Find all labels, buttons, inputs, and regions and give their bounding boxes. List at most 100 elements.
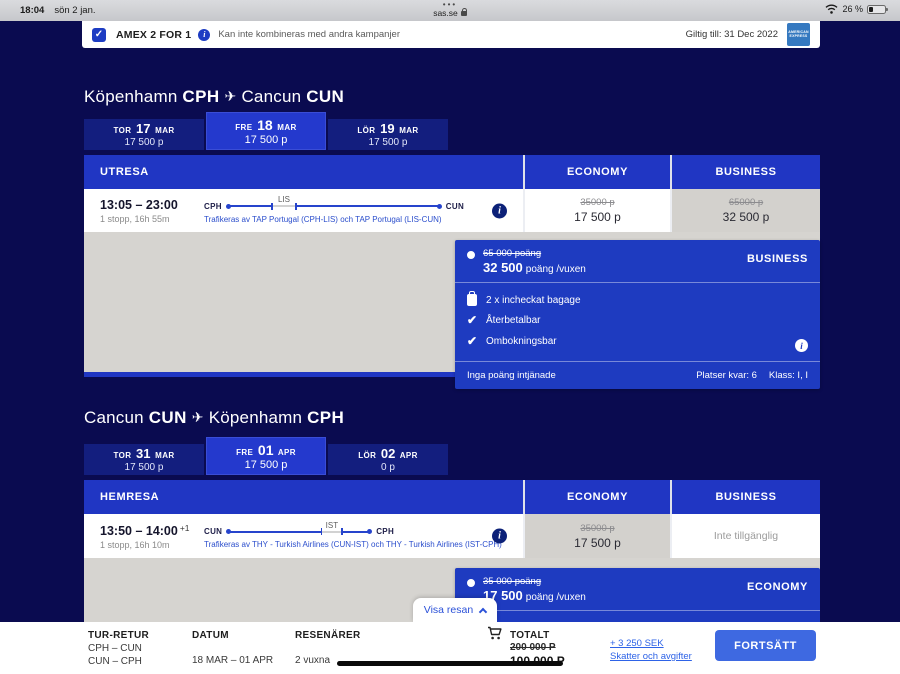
feature-baggage: 2 x incheckat bagage bbox=[467, 294, 808, 306]
inbound-date-tabs: TOR 31 MAR 17 500 p FRE 01 APR 17 500 p … bbox=[84, 437, 450, 475]
flight-times: 13:05 – 23:00 bbox=[100, 198, 204, 212]
earn-note: Inga poäng intjänade bbox=[467, 370, 556, 381]
outbound-tab-fri-selected[interactable]: FRE 18 MAR 17 500 p bbox=[206, 112, 326, 150]
inbound-from-city: Cancun bbox=[84, 408, 144, 427]
operated-by: Trafikeras av TAP Portugal (CPH-LIS) och… bbox=[204, 215, 464, 224]
taxes-amount-link[interactable]: + 3 250 SEK bbox=[610, 638, 664, 649]
outbound-from-code: CPH bbox=[182, 87, 219, 106]
screen: 18:04sön 2 jan. ••• sas.se 26 % ✓ AMEX 2… bbox=[0, 0, 900, 674]
promo-info-icon[interactable]: i bbox=[198, 29, 210, 41]
cart-icon[interactable] bbox=[487, 626, 503, 646]
taxes-fees-link[interactable]: Skatter och avgifter bbox=[610, 651, 692, 662]
inbound-tab-sat[interactable]: LÖR 02 APR 0 p bbox=[328, 444, 448, 475]
promo-description: Kan inte kombineras med andra kampanjer bbox=[218, 29, 400, 40]
outbound-business-price-cell-selected[interactable]: 65000 p 32 500 p bbox=[670, 189, 820, 232]
feature-refundable: ✔ Återbetalbar bbox=[467, 313, 808, 327]
inbound-economy-price-cell-selected[interactable]: 35000 p 17 500 p bbox=[523, 514, 670, 558]
trip-type-label: TUR-RETUR bbox=[88, 630, 149, 641]
fare-cabin-label: ECONOMY bbox=[747, 581, 808, 593]
fare-old-points: 35 000 poäng bbox=[483, 576, 586, 587]
battery-percent: 26 % bbox=[842, 4, 863, 14]
show-trip-button[interactable]: Visa resan bbox=[413, 598, 497, 622]
flight-stops: 1 stopp, 16h 55m bbox=[100, 214, 204, 224]
tab-price: 17 500 p bbox=[206, 459, 326, 471]
current-price: 17 500 p bbox=[574, 536, 621, 550]
continue-button[interactable]: FORTSÄTT bbox=[715, 630, 816, 661]
outbound-flight-info: 13:05 – 23:00 1 stopp, 16h 55m CPH LIS C… bbox=[84, 189, 523, 232]
bottom-summary-bar: TUR-RETUR CPH – CUN CUN – CPH DATUM 18 M… bbox=[0, 622, 900, 674]
feature-rebookable: ✔ Ombokningsbar bbox=[467, 334, 808, 348]
inbound-flight-row: 13:50 – 14:00+1 1 stopp, 16h 10m CUN IST… bbox=[84, 514, 820, 558]
total-old-price: 200 000 P bbox=[510, 642, 565, 653]
promo-checkbox[interactable]: ✓ bbox=[92, 28, 106, 42]
outbound-tab-sat[interactable]: LÖR 19 MAR 17 500 p bbox=[328, 119, 448, 150]
flight-stops: 1 stopp, 16h 10m bbox=[100, 540, 204, 550]
show-trip-label: Visa resan bbox=[424, 604, 473, 616]
inbound-tab-thu[interactable]: TOR 31 MAR 17 500 p bbox=[84, 444, 204, 475]
fare-features: x incheckat bagage bbox=[455, 611, 820, 622]
wifi-icon bbox=[825, 4, 838, 14]
seats-left: Platser kvar: 6 bbox=[696, 370, 757, 381]
flight-info-icon[interactable]: i bbox=[492, 203, 507, 218]
outbound-fare-table: UTRESA ECONOMY BUSINESS 13:05 – 23:00 1 … bbox=[84, 155, 820, 377]
tab-overview-dots[interactable]: ••• bbox=[0, 1, 900, 8]
fare-radio-selected[interactable] bbox=[467, 579, 475, 587]
tab-price: 17 500 p bbox=[84, 462, 204, 473]
total-label: TOTALT bbox=[510, 630, 565, 641]
flight-info-icon[interactable]: i bbox=[492, 529, 507, 544]
fare-card-header: 65 000 poäng 32 500poäng /vuxen BUSINESS bbox=[455, 240, 820, 283]
outbound-to-city: Cancun bbox=[241, 87, 301, 106]
outbound-economy-price-cell[interactable]: 35000 p 17 500 p bbox=[523, 189, 670, 232]
chevron-up-icon bbox=[479, 607, 487, 615]
promo-title: AMEX 2 FOR 1 bbox=[116, 29, 191, 41]
date-block: DATUM 18 MAR – 01 APR bbox=[192, 630, 273, 666]
fare-per: poäng /vuxen bbox=[526, 592, 586, 603]
plane-icon: ✈ bbox=[225, 88, 237, 104]
inbound-table-header: HEMRESA ECONOMY BUSINESS bbox=[84, 480, 820, 514]
via-code: IST bbox=[326, 521, 338, 530]
via-code: LIS bbox=[278, 195, 290, 204]
outbound-table-header: UTRESA ECONOMY BUSINESS bbox=[84, 155, 820, 189]
route-diagram: CPH LIS CUN Trafikeras av TAP Portugal (… bbox=[204, 202, 464, 224]
status-bar: 18:04sön 2 jan. ••• sas.se 26 % bbox=[0, 0, 900, 21]
destination-code: CUN bbox=[446, 202, 464, 211]
fare-radio-selected[interactable] bbox=[467, 251, 475, 259]
outbound-from-city: Köpenhamn bbox=[84, 87, 177, 106]
stopover-segment bbox=[272, 205, 295, 207]
plus-days: +1 bbox=[180, 523, 190, 533]
direction-label: UTRESA bbox=[84, 155, 523, 189]
fare-points: 32 500 bbox=[483, 260, 523, 275]
home-indicator-handle[interactable] bbox=[337, 661, 563, 666]
address-bar[interactable]: sas.se bbox=[0, 8, 900, 18]
outbound-title: Köpenhamn CPH✈Cancun CUN bbox=[84, 87, 344, 107]
economy-column-header: ECONOMY bbox=[523, 480, 670, 514]
operated-by: Trafikeras av THY - Turkish Airlines (CU… bbox=[204, 540, 502, 549]
old-price: 65000 p bbox=[729, 197, 763, 208]
old-price: 35000 p bbox=[580, 197, 614, 208]
inbound-title: Cancun CUN✈Köpenhamn CPH bbox=[84, 408, 344, 428]
business-column-header: BUSINESS bbox=[670, 155, 820, 189]
baggage-icon bbox=[467, 294, 477, 306]
old-price: 35000 p bbox=[580, 523, 614, 534]
business-column-header: BUSINESS bbox=[670, 480, 820, 514]
origin-code: CUN bbox=[204, 527, 222, 536]
economy-fare-card: 35 000 poäng 17 500poäng /vuxen ECONOMY … bbox=[455, 568, 820, 622]
outbound-date-tabs: TOR 17 MAR 17 500 p FRE 18 MAR 17 500 p … bbox=[84, 112, 450, 150]
fare-info-icon[interactable]: i bbox=[795, 339, 808, 352]
route-line: IST bbox=[228, 531, 370, 533]
passengers-label: RESENÄRER bbox=[295, 630, 361, 641]
fare-card-footer: Inga poäng intjänade Platser kvar: 6Klas… bbox=[455, 362, 820, 389]
economy-column-header: ECONOMY bbox=[523, 155, 670, 189]
inbound-tab-fri-selected[interactable]: FRE 01 APR 17 500 p bbox=[206, 437, 326, 475]
taxes-links: + 3 250 SEK Skatter och avgifter bbox=[610, 637, 692, 663]
tab-price: 0 p bbox=[328, 462, 448, 473]
business-fare-card: 65 000 poäng 32 500poäng /vuxen BUSINESS… bbox=[455, 240, 820, 389]
outbound-tab-thu[interactable]: TOR 17 MAR 17 500 p bbox=[84, 119, 204, 150]
origin-code: CPH bbox=[204, 202, 222, 211]
promo-validity: Giltig till: 31 Dec 2022 bbox=[686, 29, 778, 40]
tab-price: 17 500 p bbox=[84, 137, 204, 148]
check-icon: ✔ bbox=[467, 313, 477, 327]
trip-leg-1: CPH – CUN bbox=[88, 643, 149, 654]
flight-times: 13:50 – 14:00+1 bbox=[100, 523, 204, 538]
route-line: LIS bbox=[228, 205, 440, 207]
